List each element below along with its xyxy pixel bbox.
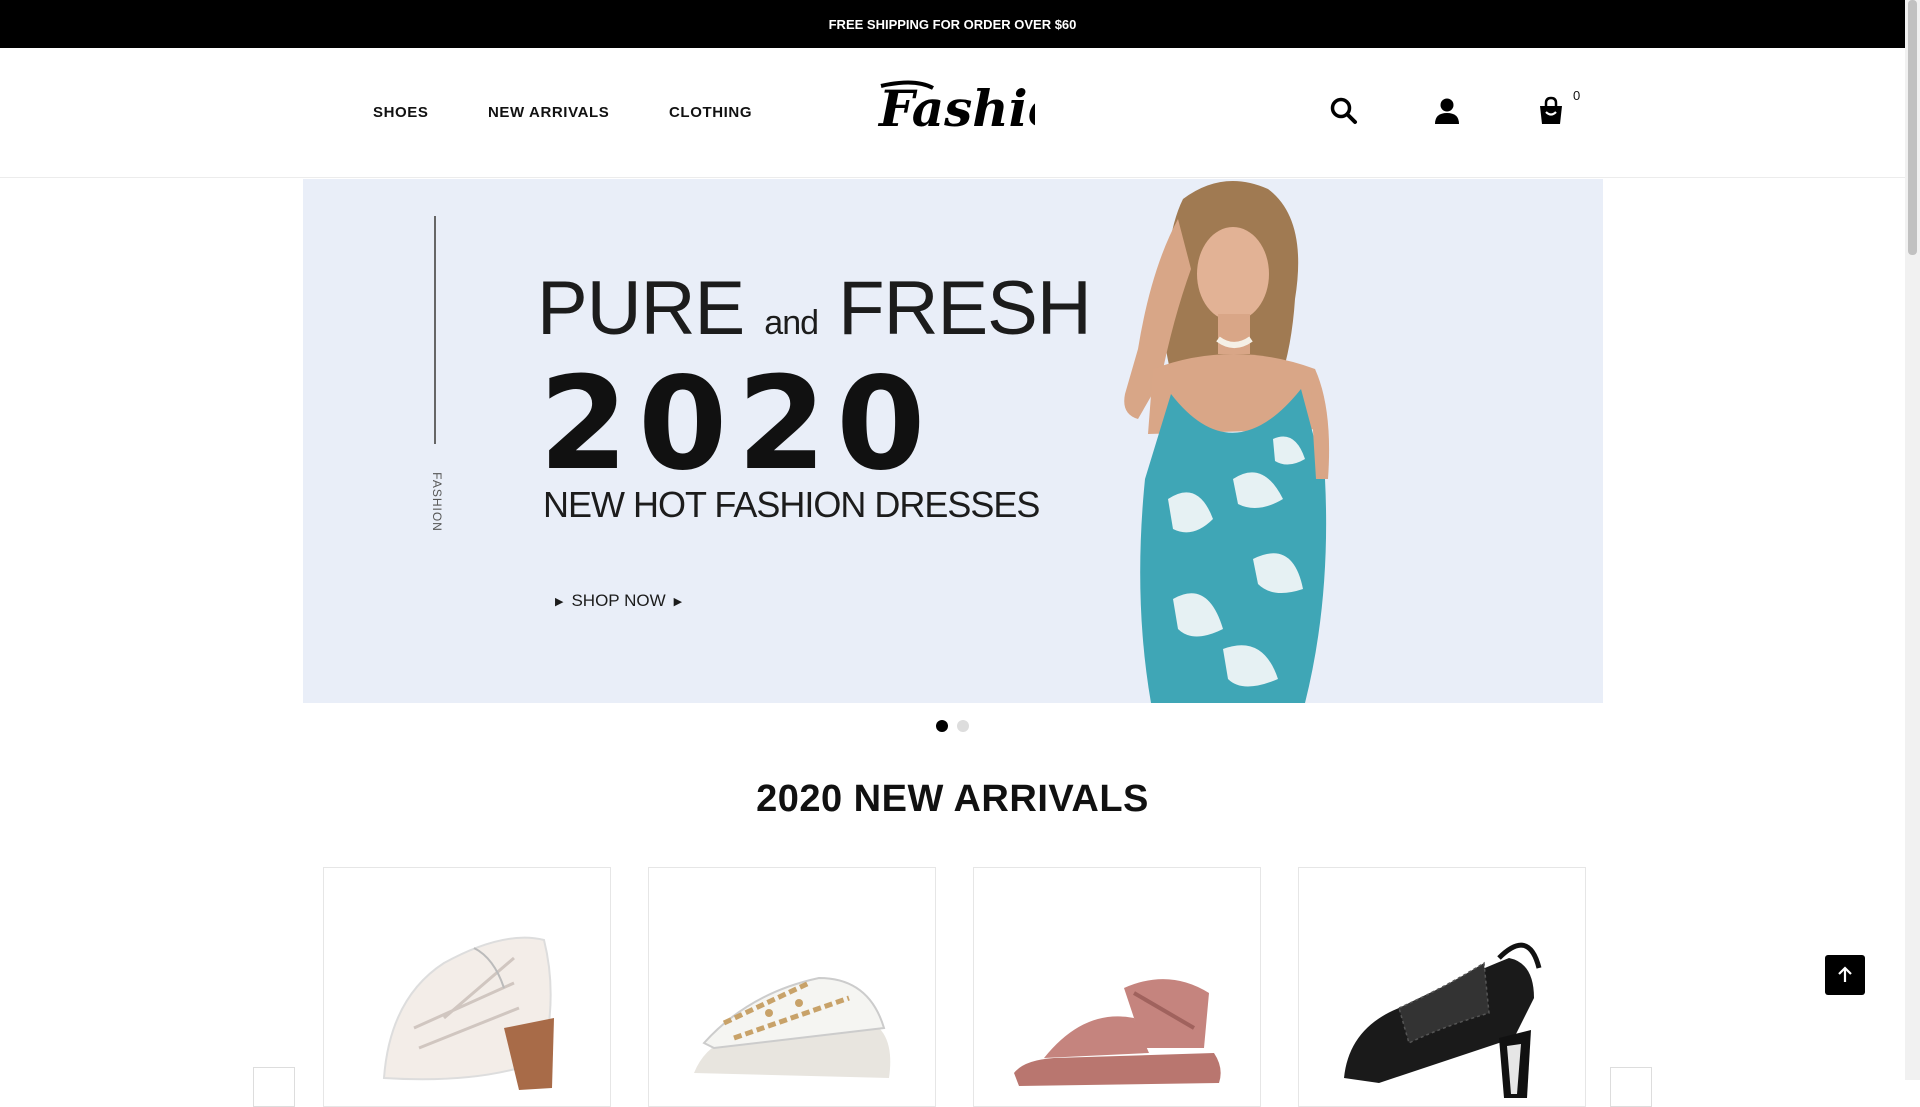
logo-text: Fashion [877,79,1035,138]
search-icon[interactable] [1329,96,1359,126]
banner-headline: PURE and FRESH [537,265,1092,352]
shop-now-button[interactable]: ▶ SHOP NOW ▶ [555,591,682,611]
nav-shoes[interactable]: SHOES [373,104,429,121]
model-photo [1124,181,1330,703]
announcement-bar: FREE SHIPPING FOR ORDER OVER $60 [0,0,1905,48]
product-card-2[interactable] [648,867,936,1107]
carousel-prev-button[interactable] [253,1067,295,1107]
product-card-4[interactable] [1298,867,1586,1107]
cart-count: 0 [1573,88,1581,103]
headline-and: and [764,304,819,342]
scrollbar-thumb[interactable] [1908,0,1917,255]
slider-dot-1[interactable] [936,720,948,732]
hero-banner[interactable]: FASHION PURE and FRESH 2020 NEW HOT FASH… [303,179,1603,703]
headline-pure: PURE [537,266,745,351]
arrow-up-icon [1838,966,1852,982]
banner-side-text: FASHION [430,472,444,532]
back-to-top-button[interactable] [1825,955,1865,995]
play-arrow-icon: ▶ [555,595,564,608]
user-icon[interactable] [1432,96,1462,126]
banner-divider [434,216,436,444]
nav-new-arrivals[interactable]: NEW ARRIVALS [488,104,609,121]
pink-strap-sandal-icon [1014,979,1221,1086]
product-card-3[interactable] [973,867,1261,1107]
slider-dots [936,720,969,732]
page-scrollbar[interactable] [1905,0,1920,1080]
product-card-1[interactable] [323,867,611,1107]
carousel-next-button[interactable] [1610,1067,1652,1107]
fashion-logo[interactable]: Fashion [875,78,1035,148]
shopping-bag-icon[interactable] [1536,96,1566,126]
shop-now-label: SHOP NOW [571,591,666,610]
black-mesh-heel-icon [1344,942,1542,1098]
nav-clothing[interactable]: CLOTHING [669,104,752,121]
announcement-text: FREE SHIPPING FOR ORDER OVER $60 [828,16,1077,32]
site-header: SHOES NEW ARRIVALS CLOTHING Fashion 0 [0,48,1905,178]
white-heeled-sandal-icon [382,936,554,1090]
play-arrow-icon: ▶ [673,595,683,608]
section-title: 2020 NEW ARRIVALS [756,778,1149,820]
chunky-chain-sandal-icon [694,976,891,1078]
banner-year: 2020 [539,350,936,499]
slider-dot-2[interactable] [957,720,969,732]
banner-subtitle: NEW HOT FASHION DRESSES [543,484,1040,525]
